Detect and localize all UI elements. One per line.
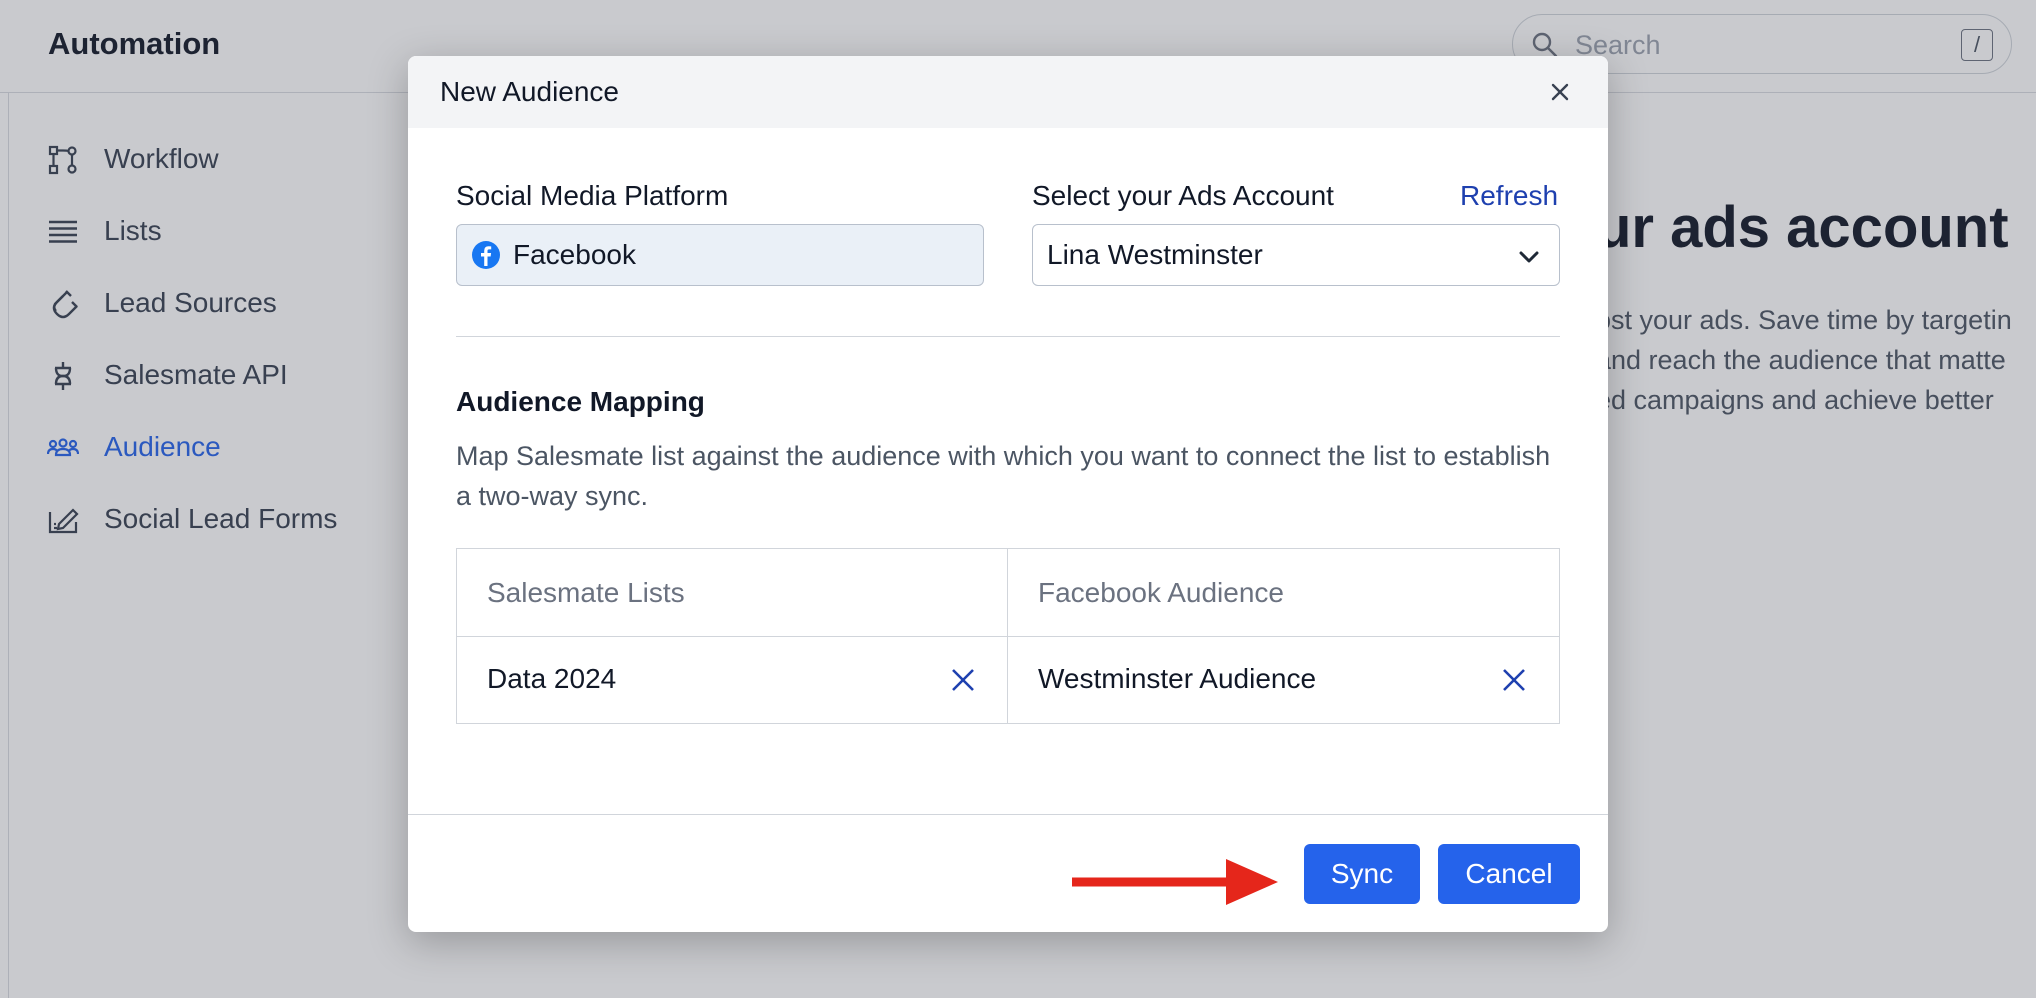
table-header-cell: Facebook Audience [1008,549,1559,637]
clear-list-icon[interactable] [949,666,977,694]
red-arrow-annotation [1072,859,1278,905]
audience-mapping-table: Salesmate Lists Facebook Audience Data 2… [456,548,1560,724]
chevron-down-icon [1519,251,1539,263]
platform-label: Social Media Platform [456,180,729,211]
platform-field: Facebook [456,224,984,286]
platform-value: Facebook [513,239,636,270]
ads-account-label: Select your Ads Account [1032,180,1334,211]
table-header-cell: Salesmate Lists [457,549,1008,637]
table-header-salesmate-lists: Salesmate Lists [487,577,685,608]
section-divider [456,336,1560,337]
modal-header: New Audience [408,56,1608,128]
section-title: Audience Mapping [456,386,705,417]
footer-divider [408,814,1608,815]
table-row-cell[interactable]: Westminster Audience [1008,637,1559,723]
refresh-link[interactable]: Refresh [1460,180,1558,212]
ads-account-value: Lina Westminster [1047,239,1263,270]
salesmate-list-value: Data 2024 [487,663,617,694]
clear-audience-icon[interactable] [1500,666,1528,694]
close-icon[interactable] [1546,78,1574,106]
section-description: Map Salesmate list against the audience … [456,441,1551,511]
facebook-icon [472,241,500,269]
facebook-audience-value: Westminster Audience [1038,663,1317,694]
sync-button[interactable]: Sync [1304,844,1420,904]
table-row-cell[interactable]: Data 2024 [457,637,1008,723]
new-audience-modal: New Audience Social Media Platform Faceb… [408,56,1608,932]
modal-title: New Audience [440,76,620,107]
ads-account-select[interactable]: Lina Westminster [1032,224,1560,286]
cancel-button[interactable]: Cancel [1438,844,1580,904]
table-header-facebook-audience: Facebook Audience [1038,577,1284,608]
